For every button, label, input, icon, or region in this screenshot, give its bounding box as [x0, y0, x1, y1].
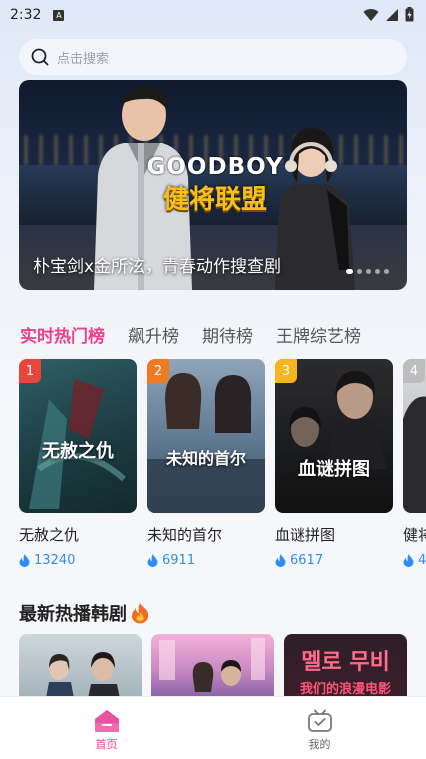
nav-home-label: 首页 — [95, 738, 118, 751]
poster-title: 未知的首尔 — [165, 449, 246, 468]
rank-title: 血谜拼图 — [275, 526, 336, 544]
poster-title: 无赦之仇 — [42, 441, 114, 462]
tab-realtime-hot[interactable]: 实时热门榜 — [20, 322, 105, 347]
pagination-dot — [346, 269, 353, 274]
rank-badge: 1 — [19, 359, 41, 383]
rank-card[interactable]: 1 无赦之仇 无赦之仇 13240 — [19, 359, 137, 568]
flame-icon — [275, 554, 286, 567]
poster-art — [46, 652, 120, 696]
latest-dramas-list: 멜로 무비 我们的浪漫电影 — [19, 634, 407, 696]
rank-heat: 6617 — [275, 553, 393, 568]
section-title: 最新热播韩剧 — [19, 600, 150, 626]
rank-card[interactable]: 3 血谜拼图 血谜拼图 6617 — [275, 359, 393, 568]
rank-title: 无赦之仇 — [19, 526, 80, 544]
tv-profile-icon — [307, 709, 332, 732]
status-time: 2:32 — [10, 7, 42, 23]
fire-icon — [132, 603, 149, 624]
ranking-tabs: 实时热门榜 飙升榜 期待榜 王牌综艺榜 — [20, 322, 361, 347]
poster-title-chinese: 我们的浪漫电影 — [299, 682, 391, 696]
hero-banner[interactable]: GOODBOY 健将联盟 朴宝剑x金所泫，青春动作搜查剧 — [19, 80, 407, 290]
rank-heat: 6911 — [147, 553, 265, 568]
rank-poster: 3 血谜拼图 — [275, 359, 393, 513]
notification-icon: A — [53, 9, 65, 21]
search-icon — [31, 48, 49, 66]
search-placeholder: 点击搜索 — [57, 51, 110, 67]
banner-logo-chinese: 健将联盟 — [162, 185, 267, 215]
nav-mine[interactable]: 我的 — [213, 697, 426, 759]
signal-icon — [386, 8, 398, 21]
poster-title-korean: 멜로 무비 — [301, 650, 390, 675]
home-icon — [94, 710, 119, 732]
flame-icon — [19, 554, 30, 567]
pagination-dot — [375, 269, 380, 274]
ranking-list: 1 无赦之仇 无赦之仇 13240 2 未知的首尔 未知的首尔 6911 3 血… — [19, 359, 426, 574]
banner-caption: 朴宝剑x金所泫，青春动作搜查剧 — [33, 257, 282, 277]
poster-title: 血谜拼图 — [298, 459, 370, 480]
wifi-icon — [363, 8, 379, 21]
status-bar: 2:32 A — [0, 0, 426, 30]
rank-title: 健将 — [403, 526, 426, 544]
tab-rising[interactable]: 飙升榜 — [128, 322, 179, 347]
nav-home[interactable]: 首页 — [0, 697, 213, 759]
search-bar[interactable]: 点击搜索 — [19, 39, 407, 75]
latest-card[interactable] — [19, 634, 142, 696]
pagination-dot — [357, 269, 362, 274]
section-title-text: 最新热播韩剧 — [19, 604, 127, 625]
latest-card[interactable]: 멜로 무비 我们的浪漫电影 — [284, 634, 407, 696]
heat-value: 6617 — [290, 553, 324, 568]
tab-variety[interactable]: 王牌综艺榜 — [276, 322, 361, 347]
rank-badge: 4 — [403, 359, 425, 383]
rank-heat: 4 — [403, 553, 426, 568]
heat-value: 13240 — [34, 553, 76, 568]
nav-mine-label: 我的 — [308, 738, 331, 751]
rank-card[interactable]: 2 未知的首尔 未知的首尔 6911 — [147, 359, 265, 568]
rank-badge: 2 — [147, 359, 169, 383]
tab-anticipated[interactable]: 期待榜 — [202, 322, 253, 347]
bottom-navigation: 首页 我的 — [0, 696, 426, 759]
pagination-dot — [384, 269, 389, 274]
rank-poster: 2 未知的首尔 — [147, 359, 265, 513]
rank-card[interactable]: 4 健将 4 — [403, 359, 426, 568]
flame-icon — [403, 554, 414, 567]
flame-icon — [147, 554, 158, 567]
heat-value: 4 — [418, 553, 426, 568]
banner-pagination — [346, 269, 389, 274]
pagination-dot — [366, 269, 371, 274]
latest-card[interactable] — [151, 634, 274, 696]
rank-heat: 13240 — [19, 553, 137, 568]
rank-title: 未知的首尔 — [147, 526, 223, 544]
rank-poster: 4 — [403, 359, 426, 513]
battery-icon — [405, 7, 414, 22]
rank-poster: 1 无赦之仇 — [19, 359, 137, 513]
poster-art — [159, 638, 265, 692]
banner-logo-english: GOODBOY — [146, 154, 284, 180]
status-icons — [363, 7, 414, 22]
rank-badge: 3 — [275, 359, 297, 383]
heat-value: 6911 — [162, 553, 196, 568]
